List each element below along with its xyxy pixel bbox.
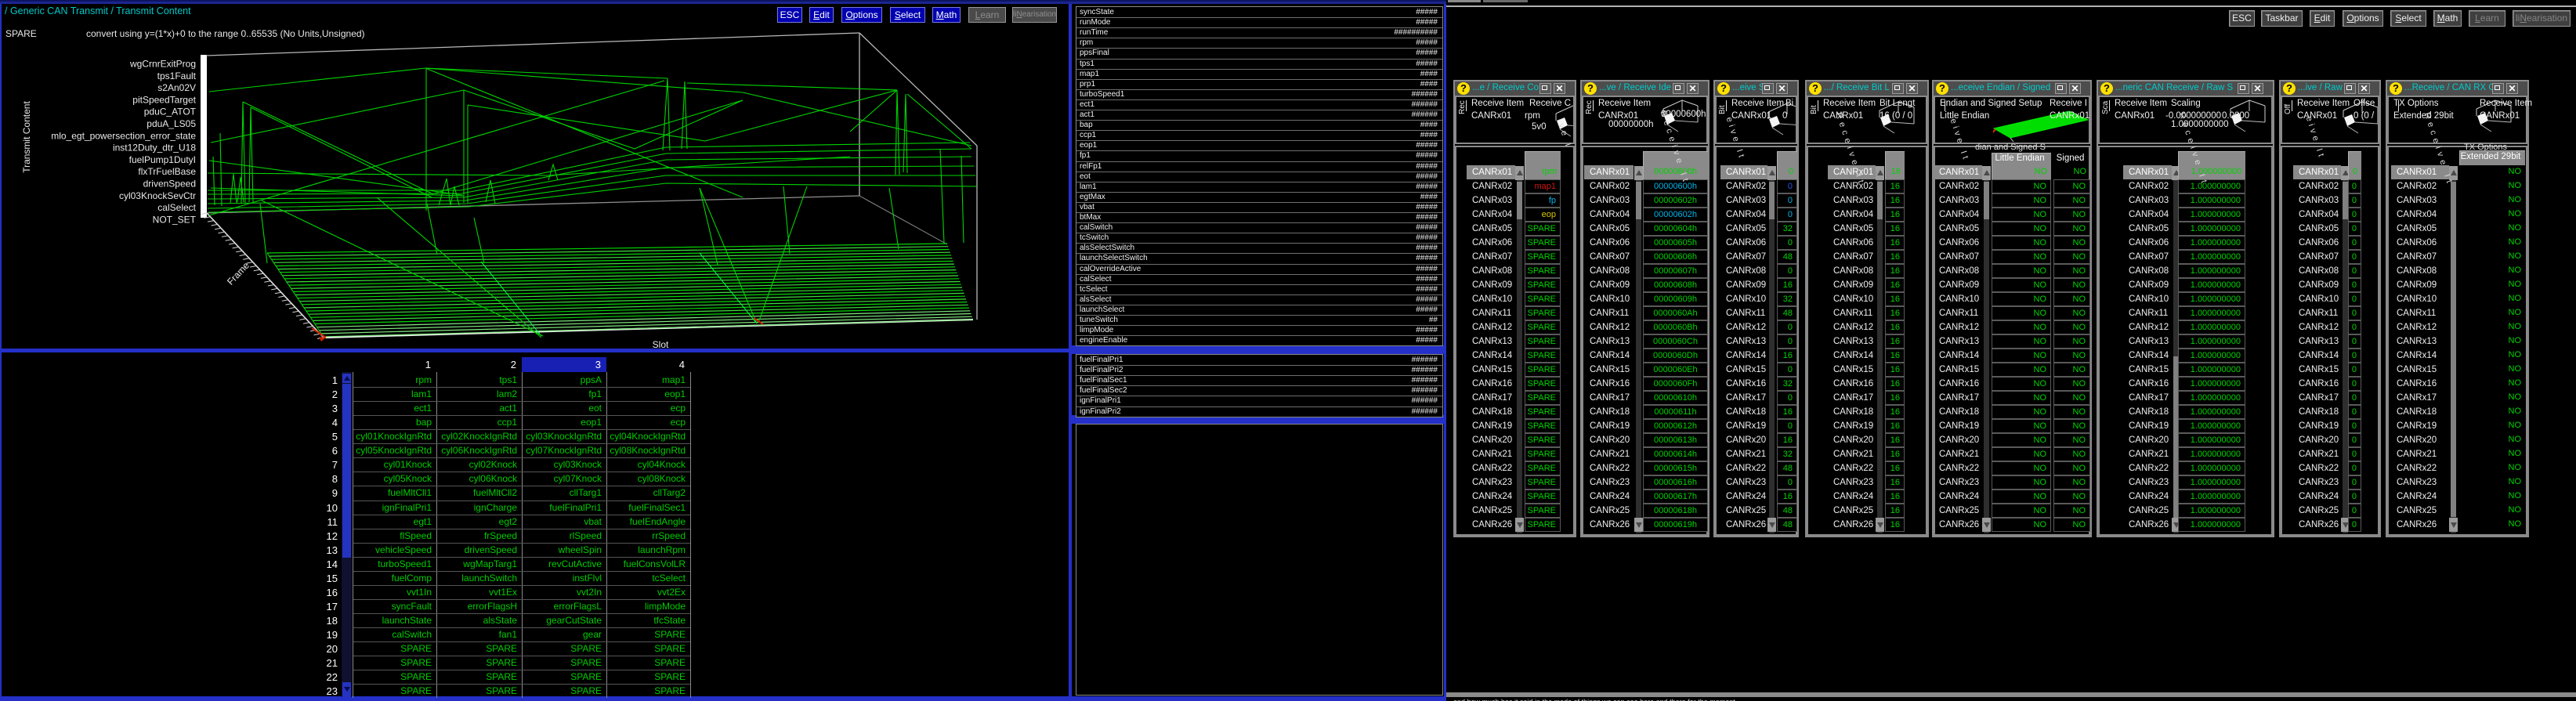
svg-text:inst12Duty_dtr_U18: inst12Duty_dtr_U18	[113, 143, 196, 154]
svg-text:s2An02V: s2An02V	[157, 82, 196, 93]
svg-text:Slot: Slot	[653, 339, 669, 350]
svg-text:pitSpeedTarget: pitSpeedTarget	[132, 94, 196, 105]
svg-text:fuelPump1DutyI: fuelPump1DutyI	[129, 154, 196, 165]
svg-text:mlo_egt_powersection_error_sta: mlo_egt_powersection_error_state	[51, 130, 196, 141]
svg-text:pduA_LS05: pduA_LS05	[147, 118, 196, 129]
svg-text:drivenSpeed: drivenSpeed	[143, 179, 196, 190]
svg-text:cyl03KnockSevCtr: cyl03KnockSevCtr	[119, 190, 196, 201]
svg-text:flxTrFuelBase: flxTrFuelBase	[138, 166, 196, 177]
svg-text:tps1Fault: tps1Fault	[157, 70, 197, 81]
svg-text:wgCrnrExitProg: wgCrnrExitProg	[129, 59, 196, 70]
svg-text:pduC_ATOT: pduC_ATOT	[144, 107, 197, 117]
svg-text:Transmit Content: Transmit Content	[21, 101, 32, 173]
svg-text:Frame: Frame	[225, 260, 251, 287]
svg-text:NOT_SET: NOT_SET	[153, 214, 197, 225]
svg-text:calSelect: calSelect	[157, 202, 196, 213]
